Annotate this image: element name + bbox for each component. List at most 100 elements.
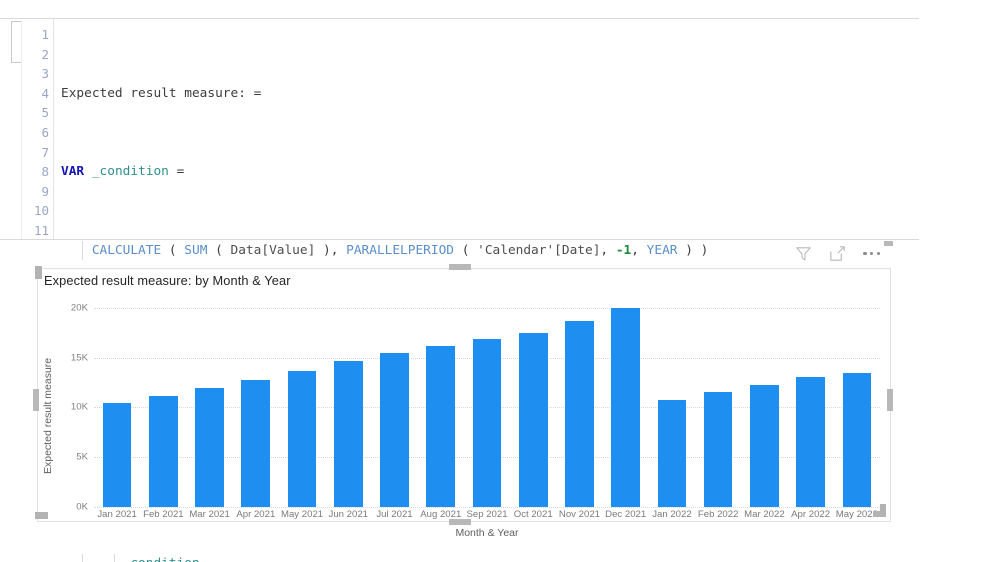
chart-bar[interactable] <box>750 384 779 507</box>
chart-bar[interactable] <box>611 307 641 507</box>
line-number: 2 <box>41 46 49 62</box>
bar-cell[interactable] <box>94 293 140 507</box>
bar-cell[interactable] <box>233 293 279 507</box>
punct: ( <box>161 242 185 258</box>
x-axis-tick-label: Apr 2022 <box>791 509 831 520</box>
punct: , <box>600 242 616 258</box>
chart-bar[interactable] <box>796 376 825 507</box>
selection-handle-middle-right[interactable] <box>887 389 893 411</box>
selection-handle-top-center[interactable] <box>449 264 471 270</box>
bar-cell[interactable] <box>649 293 695 507</box>
chart-bar[interactable] <box>287 370 317 507</box>
code-line-3[interactable]: CALCULATE ( SUM ( Data[Value] ), PARALLE… <box>61 240 919 261</box>
calculate-token: CALCULATE <box>91 242 162 258</box>
bar-cell[interactable] <box>834 293 880 507</box>
bar-cell[interactable] <box>418 293 464 507</box>
chart-bar[interactable] <box>149 395 178 507</box>
selection-handle-top-right[interactable] <box>884 241 893 246</box>
x-axis-tick-label: Feb 2021 <box>143 509 184 520</box>
code-line-1[interactable]: Expected result measure: = <box>61 84 919 104</box>
sum-token: SUM <box>184 242 208 258</box>
x-axis-tick-label: Jan 2022 <box>652 509 692 520</box>
y-axis-title: Expected result measure <box>42 357 54 475</box>
bar-cell[interactable] <box>741 293 787 507</box>
line-number: 1 <box>41 27 49 42</box>
selection-handle-bottom-left[interactable] <box>35 512 48 519</box>
x-axis-tick-label: Oct 2021 <box>513 509 553 520</box>
selection-handle-bottom-right[interactable] <box>873 511 886 517</box>
chart-bar[interactable] <box>426 345 456 507</box>
x-axis-tick-label: Jun 2021 <box>328 509 369 520</box>
chart-bar[interactable] <box>195 387 224 507</box>
bar-cell[interactable] <box>556 293 602 507</box>
chart-bar[interactable] <box>472 338 502 507</box>
x-axis-tick-label: Jan 2021 <box>97 509 137 520</box>
chart-bar[interactable] <box>703 391 733 507</box>
y-axis-ticks: 0K 5K 10K 15K 20K <box>56 293 92 512</box>
code-line-7[interactable]: _condition, <box>61 554 919 562</box>
dax-code-area[interactable]: Expected result measure: = VAR _conditio… <box>54 19 919 562</box>
date-column-token: 'Calendar'[Date] <box>477 242 601 258</box>
year-token: YEAR <box>646 242 678 258</box>
chart-bar[interactable] <box>102 403 132 507</box>
indent-guide <box>114 554 115 562</box>
code-line-2[interactable]: VAR _condition = <box>61 162 919 182</box>
chart-bar[interactable] <box>241 379 271 507</box>
dot <box>863 251 867 256</box>
bar-cell[interactable] <box>464 293 510 507</box>
chart-title: Expected result measure: by Month & Year <box>44 273 291 288</box>
line-number: 7 <box>41 144 49 160</box>
y-axis-tick-label: 5K <box>76 451 88 463</box>
visual-header-toolbar[interactable] <box>794 244 881 263</box>
chart-bar[interactable] <box>842 372 872 507</box>
line-number: 6 <box>41 124 49 140</box>
chart-bar[interactable] <box>333 360 363 507</box>
x-axis-tick-label: Mar 2022 <box>744 509 785 520</box>
bar-cell[interactable] <box>140 293 186 507</box>
bar-cell[interactable] <box>603 293 649 507</box>
bar-cell[interactable] <box>325 293 371 507</box>
chart-bar[interactable] <box>380 352 409 507</box>
editor-line-number-gutter: 1 2 3 4 5 6 7 8 9 10 11 <box>22 19 54 239</box>
punct: ), <box>315 242 347 258</box>
indent-guide <box>82 554 83 562</box>
bar-cell[interactable] <box>510 293 556 507</box>
chart-bar[interactable] <box>565 320 594 507</box>
line-number: 8 <box>41 164 49 180</box>
bar-cell[interactable] <box>371 293 417 507</box>
filter-icon[interactable] <box>794 244 813 263</box>
bar-cell[interactable] <box>695 293 741 507</box>
selection-handle-middle-left[interactable] <box>33 389 39 411</box>
bar-cell[interactable] <box>788 293 834 507</box>
line-number: 11 <box>33 222 49 238</box>
selection-handle-bottom-center[interactable] <box>449 519 471 525</box>
x-axis-tick-label: May 2021 <box>280 509 324 520</box>
measure-name-token: Expected result measure: = <box>61 85 262 101</box>
bar-cell[interactable] <box>279 293 325 507</box>
y-axis-tick-label: 0K <box>76 501 88 513</box>
selection-handle-top-left[interactable] <box>35 266 42 279</box>
minus-one-token: -1 <box>615 242 632 258</box>
y-axis-tick-label: 15K <box>70 352 88 364</box>
column-chart-visual[interactable]: Expected result measure: by Month & Year… <box>37 268 891 539</box>
x-axis-title: Month & Year <box>455 527 519 539</box>
editor-collapse-bracket <box>11 21 21 63</box>
assign-op: = <box>168 164 185 180</box>
x-axis-tick-label: Feb 2022 <box>697 509 739 520</box>
punct: ) ) <box>677 242 709 258</box>
punct: , <box>631 242 647 258</box>
chart-bars[interactable] <box>94 293 880 507</box>
parallelperiod-token: PARALLELPERIOD <box>346 242 454 258</box>
more-options-icon[interactable] <box>862 251 881 256</box>
line-number: 3 <box>41 66 49 82</box>
dax-formula-editor[interactable]: 1 2 3 4 5 6 7 8 9 10 11 Expected result … <box>0 18 919 562</box>
chart-bar[interactable] <box>518 332 548 507</box>
punct: ( <box>207 242 231 258</box>
dot <box>870 251 874 256</box>
bar-cell[interactable] <box>186 293 232 507</box>
editor-left-rail <box>0 19 22 239</box>
chart-bar[interactable] <box>657 399 687 507</box>
focus-mode-icon[interactable] <box>828 244 847 263</box>
